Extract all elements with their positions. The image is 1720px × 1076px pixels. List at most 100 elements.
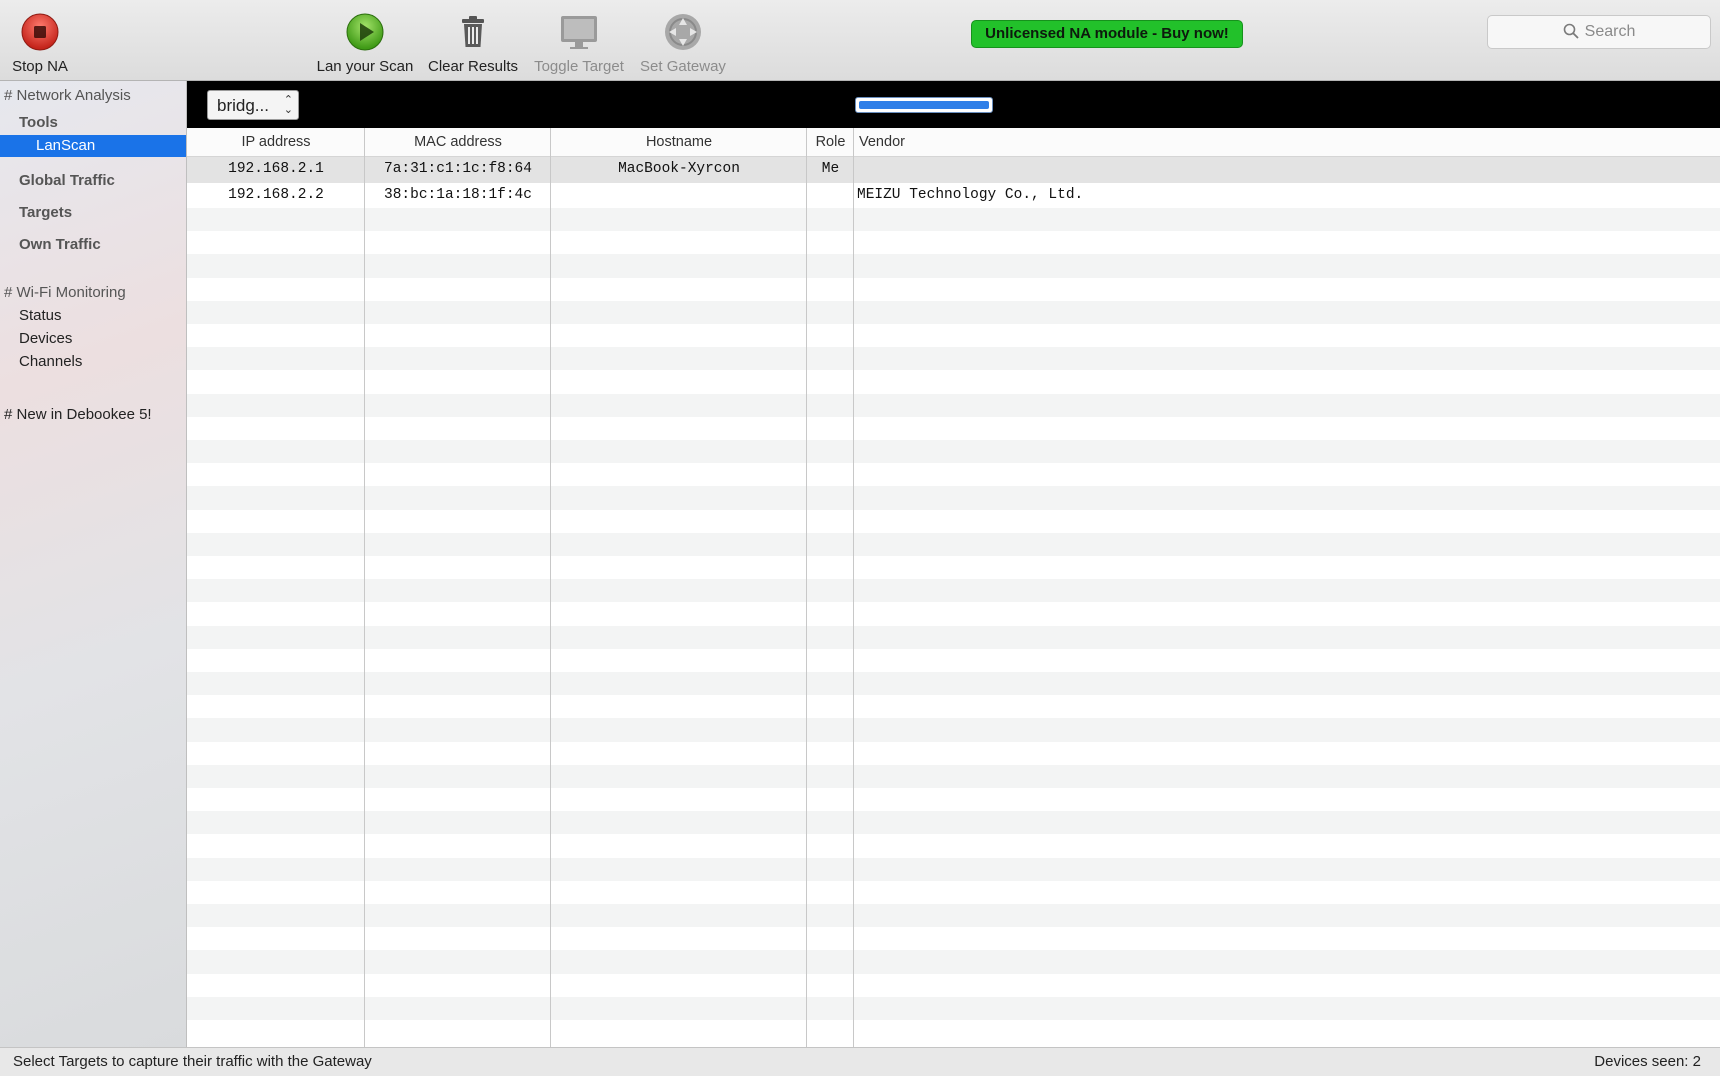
column-divider[interactable] [364, 128, 365, 1047]
empty-table-row [187, 556, 1720, 579]
cell-mac: 38:bc:1a:18:1f:4c [384, 186, 532, 203]
empty-table-row [187, 278, 1720, 301]
empty-table-row [187, 463, 1720, 486]
chevron-updown-icon: ⌃ ⌄ [283, 94, 293, 116]
table-row[interactable]: 192.168.2.2 38:bc:1a:18:1f:4c MEIZU Tech… [187, 183, 1720, 209]
empty-table-row [187, 857, 1720, 881]
lan-scan-button[interactable]: Lan your Scan [313, 12, 417, 75]
search-icon [1563, 23, 1579, 39]
empty-table-row [187, 510, 1720, 533]
empty-table-row [187, 927, 1720, 950]
empty-table-row [187, 300, 1720, 324]
empty-table-row [187, 788, 1720, 811]
empty-table-row [187, 532, 1720, 556]
sidebar-item-lanscan[interactable]: LanScan [0, 135, 186, 157]
device-table: 192.168.2.1 7a:31:c1:1c:f8:64 MacBook-Xy… [187, 157, 1720, 1047]
column-divider[interactable] [853, 128, 854, 1047]
table-row[interactable]: 192.168.2.1 7a:31:c1:1c:f8:64 MacBook-Xy… [187, 157, 1720, 183]
toggle-target-label: Toggle Target [534, 58, 624, 75]
column-header-hostname[interactable]: Hostname [551, 128, 807, 156]
cell-vendor: MEIZU Technology Co., Ltd. [857, 186, 1084, 203]
empty-table-row [187, 950, 1720, 974]
sidebar-item-channels[interactable]: Channels [19, 353, 82, 370]
clear-results-label: Clear Results [427, 58, 519, 75]
set-gateway-label: Set Gateway [640, 58, 726, 75]
stop-icon [20, 12, 60, 52]
devices-seen-count: Devices seen: 2 [1594, 1053, 1701, 1070]
empty-table-row [187, 718, 1720, 742]
table-header: IP address MAC address Hostname Role Ven… [187, 128, 1720, 157]
empty-table-row [187, 649, 1720, 672]
cell-role: Me [821, 161, 840, 177]
sidebar-item-tools[interactable]: Tools [19, 114, 58, 131]
sidebar-header-network-analysis[interactable]: # Network Analysis [4, 87, 131, 104]
empty-table-row [187, 347, 1720, 371]
empty-table-row [187, 486, 1720, 510]
cell-role [807, 183, 854, 209]
empty-table-row [187, 440, 1720, 464]
empty-table-row [187, 579, 1720, 603]
sidebar-item-lanscan-label: LanScan [36, 137, 96, 154]
stop-na-button[interactable]: Stop NA [8, 12, 72, 75]
empty-table-row [187, 417, 1720, 440]
status-bar: Select Targets to capture their traffic … [0, 1047, 1720, 1076]
empty-table-row [187, 1020, 1720, 1043]
empty-table-row [187, 370, 1720, 393]
empty-table-row [187, 974, 1720, 997]
search-field[interactable]: Search [1487, 15, 1711, 49]
empty-table-row [187, 834, 1720, 857]
sidebar-item-own-traffic[interactable]: Own Traffic [19, 236, 101, 253]
empty-table-row [187, 695, 1720, 718]
empty-table-row [187, 602, 1720, 625]
empty-table-row [187, 324, 1720, 347]
interface-select-value: bridg... [217, 96, 269, 115]
sidebar: # Network Analysis Tools LanScan Global … [0, 81, 187, 1047]
empty-table-row [187, 996, 1720, 1020]
cell-ip: 192.168.2.2 [228, 186, 324, 203]
empty-table-row [187, 393, 1720, 417]
empty-table-row [187, 764, 1720, 788]
column-header-mac[interactable]: MAC address [365, 128, 551, 156]
empty-table-row [187, 231, 1720, 254]
toggle-target-button[interactable]: Toggle Target [526, 12, 632, 75]
cell-ip: 192.168.2.1 [228, 161, 324, 177]
monitor-icon [559, 12, 599, 52]
cell-hostname: MacBook-Xyrcon [618, 161, 740, 177]
column-divider[interactable] [550, 128, 551, 1047]
column-header-ip[interactable]: IP address [187, 128, 365, 156]
play-icon [345, 12, 385, 52]
empty-table-row [187, 881, 1720, 904]
empty-table-row [187, 672, 1720, 696]
empty-table-row [187, 625, 1720, 649]
sidebar-item-status[interactable]: Status [19, 307, 62, 324]
empty-table-row [187, 254, 1720, 278]
clear-results-button[interactable]: Clear Results [423, 12, 523, 75]
stop-na-label: Stop NA [12, 58, 68, 75]
scan-progress-bar [855, 97, 993, 113]
main-panel: bridg... ⌃ ⌄ IP address MAC address Hostn… [187, 81, 1720, 1047]
sidebar-item-new-in-debookee[interactable]: # New in Debookee 5! [4, 406, 152, 423]
empty-table-row [187, 742, 1720, 765]
sidebar-header-wifi-monitoring[interactable]: # Wi-Fi Monitoring [4, 284, 126, 301]
empty-table-row [187, 811, 1720, 835]
interface-bar: bridg... ⌃ ⌄ [187, 81, 1720, 128]
interface-select[interactable]: bridg... ⌃ ⌄ [207, 90, 299, 120]
set-gateway-button[interactable]: Set Gateway [636, 12, 730, 75]
sidebar-item-targets[interactable]: Targets [19, 204, 72, 221]
trash-icon [453, 12, 493, 52]
gateway-icon [663, 12, 703, 52]
cell-mac: 7a:31:c1:1c:f8:64 [384, 161, 532, 177]
column-divider[interactable] [806, 128, 807, 1047]
buy-now-button[interactable]: Unlicensed NA module - Buy now! [971, 20, 1243, 48]
cell-hostname [551, 183, 807, 209]
empty-table-row [187, 904, 1720, 928]
lan-scan-label: Lan your Scan [316, 58, 414, 75]
toolbar: Stop NA Lan your Scan Clear Results Togg… [0, 0, 1720, 81]
search-placeholder: Search [1584, 23, 1636, 40]
column-header-vendor[interactable]: Vendor [859, 128, 905, 156]
sidebar-item-global-traffic[interactable]: Global Traffic [19, 172, 115, 189]
empty-table-row [187, 208, 1720, 232]
column-header-role[interactable]: Role [807, 128, 854, 156]
sidebar-item-devices[interactable]: Devices [19, 330, 72, 347]
scan-progress-fill [859, 101, 989, 109]
